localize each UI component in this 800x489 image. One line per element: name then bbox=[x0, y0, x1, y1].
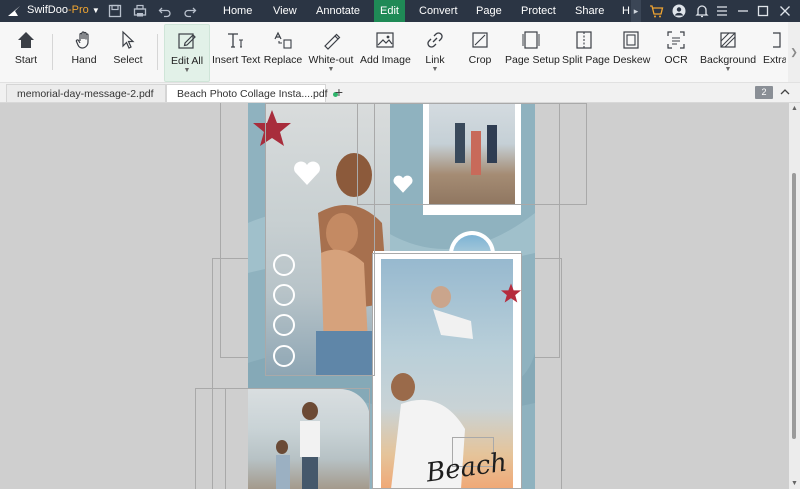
account-icon[interactable] bbox=[671, 3, 687, 19]
print-icon[interactable] bbox=[133, 4, 147, 18]
vertical-scrollbar[interactable]: ▲ ▼ bbox=[789, 103, 800, 489]
menu-annotate[interactable]: Annotate bbox=[310, 0, 366, 22]
menu-home[interactable]: Home bbox=[217, 0, 258, 22]
add-tab-button[interactable]: + bbox=[332, 83, 346, 101]
background-icon bbox=[720, 32, 736, 48]
edit-all-button[interactable]: Edit All ▼ bbox=[164, 24, 210, 82]
ribbon-separator bbox=[157, 34, 158, 70]
link-dropdown-caret-icon[interactable]: ▼ bbox=[420, 66, 450, 74]
white-out-button[interactable]: White-out ▼ bbox=[308, 24, 354, 80]
redo-icon[interactable] bbox=[183, 4, 197, 18]
split-page-icon bbox=[576, 31, 592, 49]
swifdoo-logo-icon bbox=[8, 6, 20, 16]
page-setup-icon bbox=[522, 31, 540, 49]
document-tab-bar: memorial-day-message-2.pdf Beach Photo C… bbox=[0, 83, 800, 103]
cart-icon[interactable] bbox=[648, 3, 664, 19]
undo-icon[interactable] bbox=[158, 4, 172, 18]
crop-button[interactable]: Crop bbox=[465, 24, 495, 80]
extra-icon bbox=[773, 32, 781, 48]
page-count-badge: 2 bbox=[755, 86, 773, 99]
app-menu-caret-icon[interactable]: ▼ bbox=[92, 6, 100, 15]
hand-icon bbox=[75, 31, 89, 49]
split-page-button[interactable]: Split Page bbox=[562, 24, 610, 80]
link-button[interactable]: Link ▼ bbox=[420, 24, 450, 80]
add-image-button[interactable]: Add Image bbox=[360, 24, 411, 80]
deskew-button[interactable]: Deskew bbox=[613, 24, 650, 80]
white-out-dropdown-caret-icon[interactable]: ▼ bbox=[308, 66, 354, 74]
app-name: SwifDoo-Pro ▼ bbox=[27, 4, 100, 16]
edit-all-icon bbox=[178, 33, 196, 49]
menu-view[interactable]: View bbox=[267, 0, 303, 22]
insert-text-icon bbox=[228, 33, 243, 48]
menu-page[interactable]: Page bbox=[470, 0, 508, 22]
crop-icon bbox=[472, 32, 488, 48]
scroll-down-icon[interactable]: ▼ bbox=[791, 480, 798, 487]
home-icon bbox=[18, 32, 34, 48]
replace-icon bbox=[274, 31, 292, 49]
edit-object-frame[interactable] bbox=[225, 388, 370, 489]
ocr-icon bbox=[667, 31, 685, 49]
menu-protect[interactable]: Protect bbox=[515, 0, 562, 22]
edit-all-dropdown-caret-icon[interactable]: ▼ bbox=[165, 67, 209, 75]
tab-memorial-day[interactable]: memorial-day-message-2.pdf bbox=[6, 84, 166, 102]
menu-overflow-icon[interactable]: ▸ bbox=[631, 0, 641, 22]
extra-button[interactable]: Extra bbox=[760, 24, 786, 80]
ribbon-scroll-right-icon[interactable]: ❯ bbox=[788, 22, 800, 82]
ribbon-toolbar: Start Hand Select Edit All ▼ Insert Text… bbox=[0, 22, 800, 83]
scrollbar-thumb[interactable] bbox=[792, 173, 796, 439]
close-icon[interactable] bbox=[777, 3, 793, 19]
background-button[interactable]: Background ▼ bbox=[700, 24, 756, 80]
background-dropdown-caret-icon[interactable]: ▼ bbox=[700, 66, 756, 74]
start-button[interactable]: Start bbox=[8, 24, 44, 80]
select-button[interactable]: Select bbox=[110, 24, 146, 80]
hand-button[interactable]: Hand bbox=[66, 24, 102, 80]
cursor-arrow-icon bbox=[122, 30, 135, 49]
page-setup-button[interactable]: Page Setup bbox=[505, 24, 560, 80]
scroll-up-icon[interactable]: ▲ bbox=[791, 105, 798, 112]
menu-convert[interactable]: Convert bbox=[413, 0, 464, 22]
edit-object-frame[interactable] bbox=[357, 103, 587, 205]
menu-lines-icon[interactable] bbox=[714, 3, 730, 19]
tab-beach-photo-collage[interactable]: Beach Photo Collage Insta....pdf bbox=[166, 84, 338, 102]
replace-button[interactable]: Replace bbox=[263, 24, 303, 80]
chevron-up-icon[interactable] bbox=[779, 87, 791, 97]
deskew-icon bbox=[623, 31, 639, 49]
menu-share[interactable]: Share bbox=[569, 0, 610, 22]
document-canvas[interactable]: Beach bbox=[0, 103, 789, 489]
eraser-pen-icon bbox=[324, 33, 341, 50]
minimize-icon[interactable] bbox=[735, 3, 751, 19]
notification-bell-icon[interactable] bbox=[694, 3, 710, 19]
maximize-icon[interactable] bbox=[755, 3, 771, 19]
title-bar: SwifDoo-Pro ▼ Home View Annotate Edit Co… bbox=[0, 0, 800, 22]
ocr-button[interactable]: OCR bbox=[660, 24, 692, 80]
insert-text-button[interactable]: Insert Text bbox=[212, 24, 260, 80]
save-icon[interactable] bbox=[108, 4, 122, 18]
image-icon bbox=[376, 32, 394, 48]
menu-edit[interactable]: Edit bbox=[374, 0, 405, 22]
ribbon-separator bbox=[52, 34, 53, 70]
link-icon bbox=[427, 32, 443, 48]
